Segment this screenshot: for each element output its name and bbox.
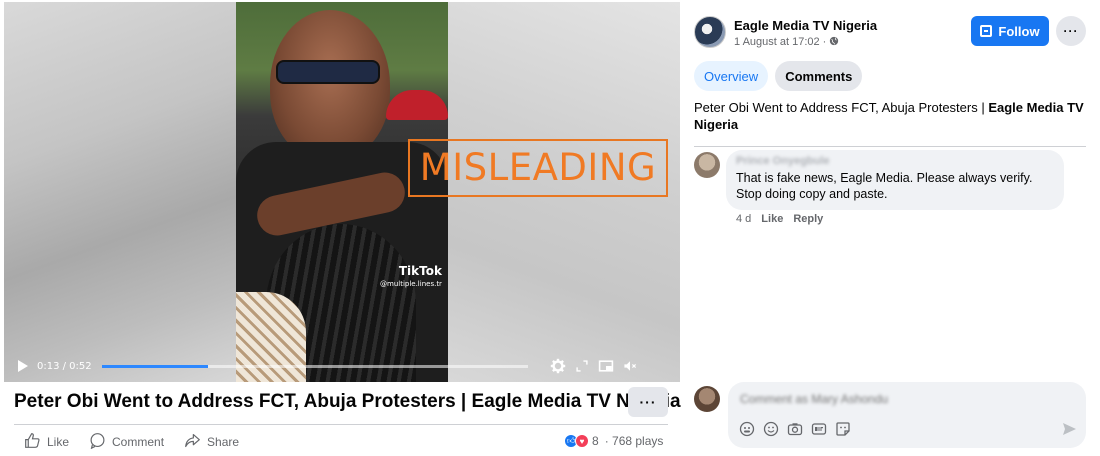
gif-icon[interactable] [810, 420, 828, 438]
tab-overview[interactable]: Overview [694, 61, 769, 91]
commenter-avatar[interactable] [694, 152, 720, 178]
comment-label: Comment [112, 435, 165, 449]
comment-meta: 4 d Like Reply [736, 213, 823, 225]
camera-icon[interactable] [786, 420, 804, 438]
comment-input[interactable] [740, 392, 990, 406]
share-label: Share [207, 435, 240, 449]
seek-bar[interactable] [101, 364, 528, 368]
picture-in-picture-icon[interactable] [594, 354, 618, 378]
globe-icon [829, 36, 839, 48]
follow-label: Follow [998, 23, 1040, 39]
caption-text: Peter Obi Went to Address FCT, Abuja Pro… [694, 100, 989, 115]
play-icon[interactable] [18, 360, 28, 372]
comment-like-button[interactable]: Like [761, 213, 783, 225]
emoji-icon[interactable] [762, 420, 780, 438]
sticker-icon[interactable] [834, 420, 852, 438]
post-timestamp[interactable]: 1 August at 17:02 · [734, 36, 829, 48]
comment-age[interactable]: 4 d [736, 213, 751, 225]
mute-icon[interactable] [618, 354, 642, 378]
tiktok-watermark: TikTok @multiple.lines.tr [380, 264, 442, 288]
follow-page-icon [980, 25, 993, 37]
post-title: Peter Obi Went to Address FCT, Abuja Pro… [14, 391, 681, 412]
video-player[interactable]: TikTok @multiple.lines.tr MISLEADING 0:1… [4, 2, 680, 382]
page-avatar[interactable] [694, 16, 726, 48]
video-controls: 0:13 / 0:52 [4, 350, 680, 382]
misleading-stamp: MISLEADING [408, 139, 668, 197]
avatar-sticker-icon[interactable] [738, 420, 756, 438]
comment-box[interactable] [728, 382, 1086, 448]
share-arrow-icon [184, 432, 201, 452]
comment-bubble: Prince Onyegbule That is fake news, Eagl… [726, 150, 1064, 210]
post-actions: Like Comment Share [24, 432, 239, 452]
speaker-figure [270, 10, 390, 160]
follow-button[interactable]: Follow [971, 16, 1049, 46]
panel-tabs: Overview Comments [694, 61, 863, 91]
user-avatar[interactable] [694, 386, 720, 412]
send-icon[interactable] [1060, 420, 1078, 438]
tiktok-handle: @multiple.lines.tr [380, 280, 442, 288]
post-meta: 1 August at 17:02 · [734, 36, 839, 48]
composer-tools [738, 420, 852, 438]
commenter-name[interactable]: Prince Onyegbule [736, 155, 1054, 167]
sunglasses-shape [276, 60, 380, 84]
comment-bubble-icon [89, 432, 106, 452]
blurred-background-left [4, 2, 236, 382]
post-more-button[interactable]: ··· [628, 387, 668, 417]
reaction-count: 8 [592, 434, 599, 448]
post-header: Eagle Media TV Nigeria 1 August at 17:02… [694, 16, 1086, 52]
seek-bar-progress [101, 364, 209, 368]
reactions-summary[interactable]: 👍︎ ♥ 8 · 768 plays [564, 434, 663, 448]
tab-comments[interactable]: Comments [775, 61, 863, 91]
divider [694, 146, 1086, 147]
thumbs-up-icon [24, 432, 41, 452]
play-count: · 768 plays [604, 434, 664, 448]
share-button[interactable]: Share [184, 432, 239, 452]
fullscreen-icon[interactable] [570, 354, 594, 378]
comment-composer [694, 382, 1086, 452]
comment-button[interactable]: Comment [89, 432, 164, 452]
header-more-button[interactable]: ··· [1056, 16, 1086, 46]
comment-text: That is fake news, Eagle Media. Please a… [736, 171, 1033, 201]
like-label: Like [47, 435, 70, 449]
red-cap-shape [386, 90, 448, 120]
divider [14, 424, 668, 425]
page-name[interactable]: Eagle Media TV Nigeria [734, 18, 877, 33]
video-time: 0:13 / 0:52 [37, 360, 92, 372]
post-caption: Peter Obi Went to Address FCT, Abuja Pro… [694, 99, 1084, 133]
tiktok-logo: TikTok [398, 264, 442, 278]
settings-gear-icon[interactable] [546, 354, 570, 378]
comment-reply-button[interactable]: Reply [793, 213, 823, 225]
like-button[interactable]: Like [24, 432, 69, 452]
love-reaction-icon: ♥ [575, 434, 589, 448]
